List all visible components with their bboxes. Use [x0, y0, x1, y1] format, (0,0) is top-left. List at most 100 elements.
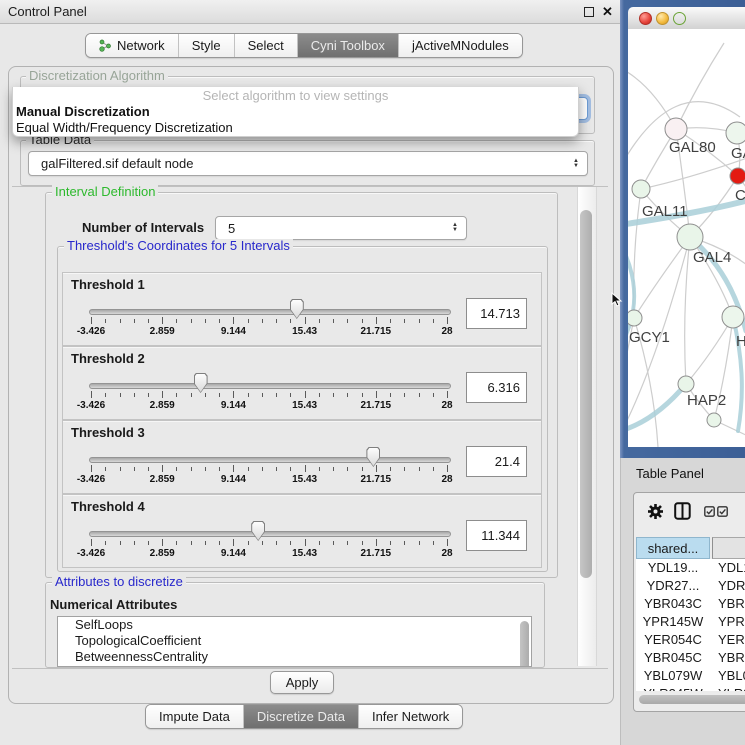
network-node-ga[interactable]: [726, 122, 745, 144]
tab-cyni-toolbox[interactable]: Cyni Toolbox: [297, 34, 398, 57]
tick-mark: [419, 319, 420, 323]
tab-discretize-data[interactable]: Discretize Data: [243, 705, 358, 728]
float-window-icon[interactable]: [584, 7, 594, 17]
checkbox-icon[interactable]: [704, 506, 715, 517]
tick-mark: [376, 391, 377, 398]
tick-mark: [390, 393, 391, 397]
combo-arrows-icon: ▲▼: [448, 223, 462, 233]
list-item-topologicalcoefficient[interactable]: TopologicalCoefficient: [58, 633, 531, 649]
dropdown-placeholder-item[interactable]: Select algorithm to view settings: [13, 88, 578, 104]
list-scrollbar-thumb[interactable]: [520, 621, 529, 667]
tick-mark: [262, 393, 263, 397]
network-node-gal80[interactable]: [665, 118, 687, 140]
tick-mark: [333, 393, 334, 397]
tick-mark: [105, 319, 106, 323]
threshold-3-slider[interactable]: [89, 457, 451, 463]
network-view-canvas[interactable]: GAL80GACGAL11GAL4GCY1HHAP2: [628, 29, 745, 447]
checkbox-icon[interactable]: [717, 506, 728, 517]
close-icon[interactable]: ✕: [602, 2, 613, 22]
tab-label: Style: [192, 34, 221, 57]
table-row[interactable]: YPR145WYPR1: [636, 613, 745, 631]
panel-title: Control Panel: [8, 0, 87, 23]
table-row[interactable]: YBR045CYBR0: [636, 649, 745, 667]
tick-mark: [404, 541, 405, 545]
apply-button[interactable]: Apply: [270, 671, 334, 694]
tick-mark: [433, 319, 434, 323]
list-item-betweennesscentrality[interactable]: BetweennessCentrality: [58, 649, 531, 665]
threshold-4-slider[interactable]: [89, 531, 451, 537]
tick-mark: [362, 319, 363, 323]
tick-mark: [91, 317, 92, 324]
table-row[interactable]: YDL19...YDL1: [636, 559, 745, 577]
column-header-name[interactable]: na: [712, 537, 745, 559]
table-row[interactable]: YBL079WYBL0: [636, 667, 745, 685]
network-window-titlebar[interactable]: [628, 7, 745, 30]
table-data-value: galFiltered.sif default node: [41, 152, 193, 175]
network-node[interactable]: [707, 413, 721, 427]
threshold-2-value-field[interactable]: 6.316: [466, 372, 527, 403]
application-window: Control Panel ✕ Network Style SelectCyni T…: [0, 0, 745, 745]
cell-shared-name: YBR045C: [636, 649, 710, 667]
network-node-label: GAL11: [642, 203, 688, 220]
tab-jactivemnodules[interactable]: jActiveMNodules: [398, 34, 522, 57]
gear-icon[interactable]: [647, 503, 664, 520]
cell-name: YPR1: [710, 613, 745, 631]
cell-shared-name: YBR043C: [636, 595, 710, 613]
tab-impute-data[interactable]: Impute Data: [146, 705, 243, 728]
table-row[interactable]: YBR043CYBR0: [636, 595, 745, 613]
table-data-combobox[interactable]: galFiltered.sif default node ▲▼: [28, 151, 588, 176]
numerical-attributes-list[interactable]: SelfLoopsTopologicalCoefficientBetweenne…: [57, 616, 532, 667]
close-traffic-light[interactable]: [639, 12, 652, 25]
tick-mark: [319, 467, 320, 471]
network-node-gcy1[interactable]: [628, 310, 642, 326]
table-row[interactable]: YDR27...YDR2: [636, 577, 745, 595]
tick-mark: [148, 319, 149, 323]
dropdown-item-manual-discretization[interactable]: Manual Discretization: [13, 104, 578, 120]
tick-mark: [447, 465, 448, 472]
tab-select[interactable]: Select: [234, 34, 297, 57]
zoom-traffic-light[interactable]: [673, 12, 686, 25]
threshold-4-value-field[interactable]: 11.344: [466, 520, 527, 551]
dropdown-item-equal-width-frequency-discretization[interactable]: Equal Width/Frequency Discretization: [13, 120, 578, 136]
table-row[interactable]: YER054CYER0: [636, 631, 745, 649]
tab-infer-network[interactable]: Infer Network: [358, 705, 462, 728]
tick-mark: [191, 319, 192, 323]
threshold-3-value-field[interactable]: 21.4: [466, 446, 527, 477]
network-node-gal4[interactable]: [677, 224, 703, 250]
tab-style[interactable]: Style: [178, 34, 234, 57]
threshold-1-slider-handle[interactable]: [290, 299, 304, 319]
threshold-2-slider-handle[interactable]: [194, 373, 208, 393]
tick-mark: [120, 393, 121, 397]
threshold-1-value-field[interactable]: 14.713: [466, 298, 527, 329]
list-item-selfloops[interactable]: SelfLoops: [58, 617, 531, 633]
threshold-4-slider-handle[interactable]: [251, 521, 265, 541]
vertical-scrollbar-thumb[interactable]: [580, 210, 592, 578]
threshold-2-label: Threshold 2: [71, 351, 145, 366]
network-graph: GAL80GACGAL11GAL4GCY1HHAP2: [628, 29, 745, 447]
number-of-intervals-combobox[interactable]: 5 ▲▼: [215, 216, 467, 240]
horizontal-scrollbar-thumb[interactable]: [639, 695, 745, 704]
threshold-1-slider[interactable]: [89, 309, 451, 315]
tick-mark: [162, 465, 163, 472]
tick-mark: [333, 319, 334, 323]
tick-mark: [162, 391, 163, 398]
column-header-shared-name[interactable]: shared...: [636, 537, 710, 559]
network-node-gal11[interactable]: [632, 180, 650, 198]
column-layout-icon[interactable]: [674, 502, 691, 520]
tick-mark: [376, 317, 377, 324]
tick-mark: [290, 467, 291, 471]
tick-label: 9.144: [207, 400, 259, 411]
tab-network[interactable]: Network: [86, 34, 178, 57]
table-row[interactable]: YLR345WYLR3: [636, 685, 745, 691]
threshold-3-slider-handle[interactable]: [366, 447, 380, 467]
network-node-h[interactable]: [722, 306, 744, 328]
tick-mark: [290, 393, 291, 397]
tick-mark: [404, 393, 405, 397]
network-node-c[interactable]: [730, 168, 745, 184]
threshold-3-label: Threshold 3: [71, 425, 145, 440]
network-node-hap2[interactable]: [678, 376, 694, 392]
numerical-attributes-header: Numerical Attributes: [50, 597, 177, 612]
tick-mark: [433, 393, 434, 397]
minimize-traffic-light[interactable]: [656, 12, 669, 25]
threshold-2-slider[interactable]: [89, 383, 451, 389]
